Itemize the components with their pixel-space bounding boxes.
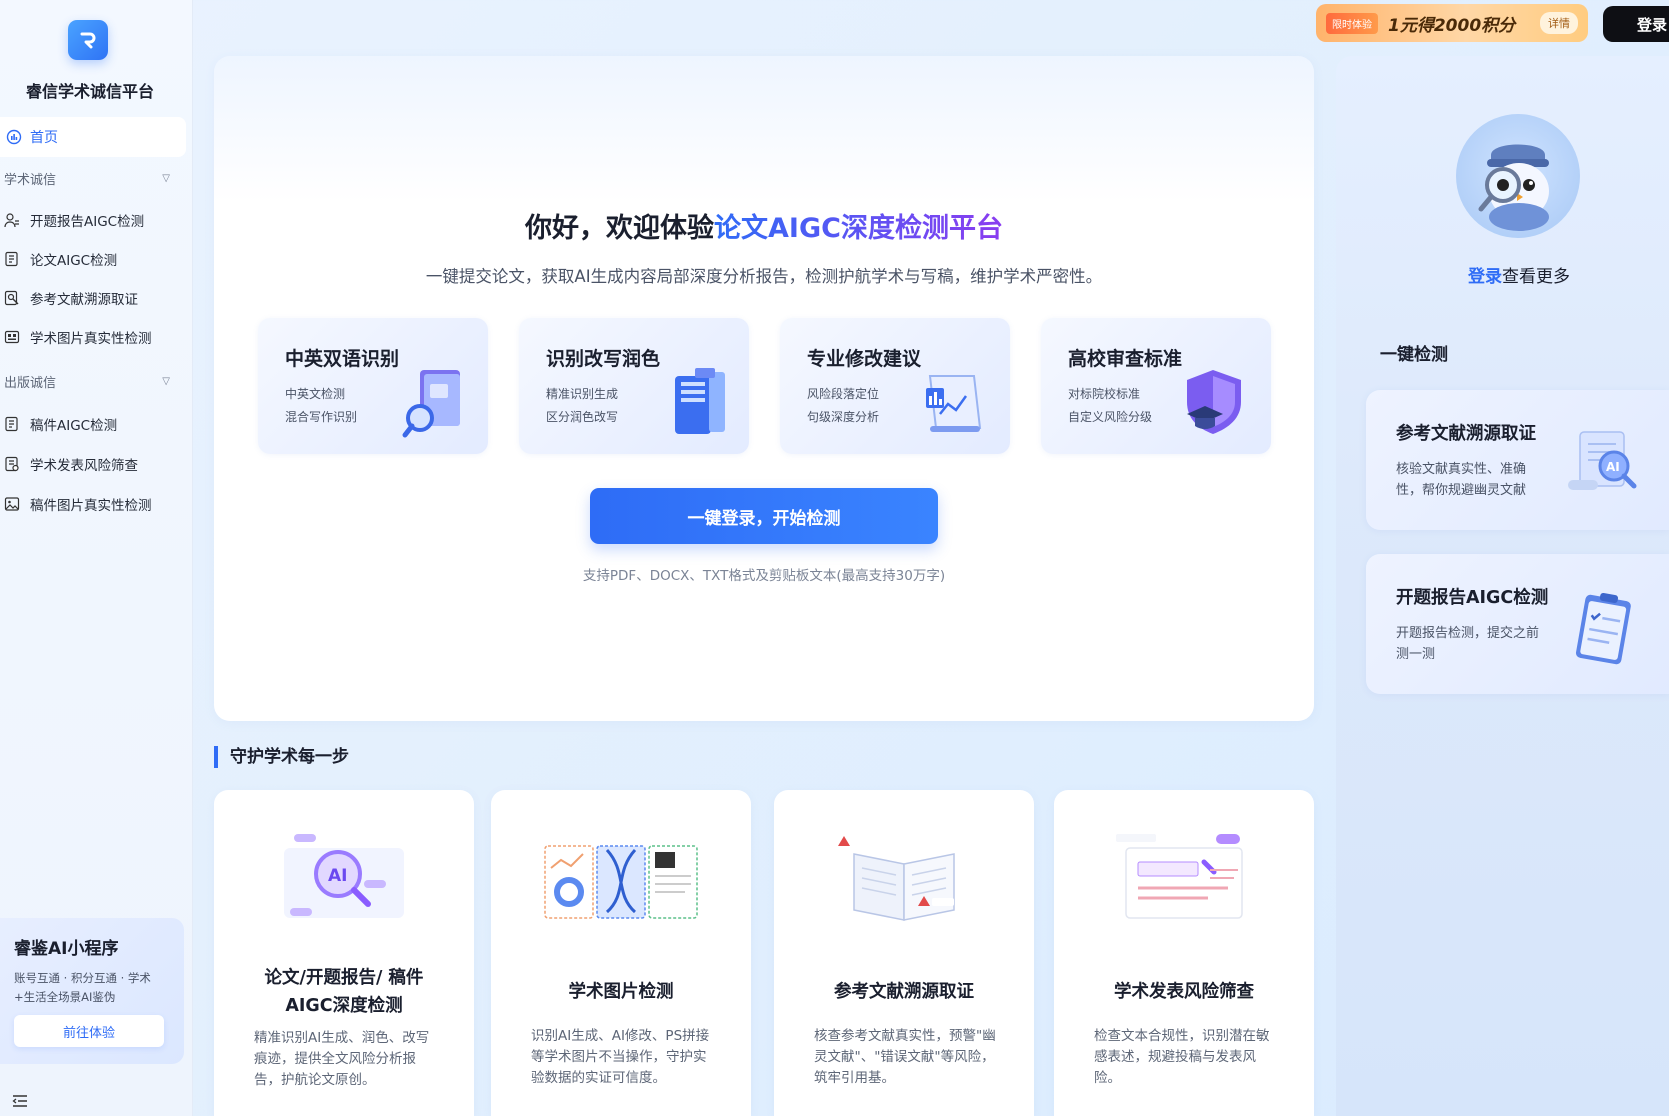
service-desc: 核查参考文献真实性，预警"幽灵文献"、"错误文献"等风险，筑牢引用基。 — [814, 1028, 996, 1086]
logo-icon — [80, 32, 96, 49]
image-icon — [4, 496, 20, 512]
service-card-aigc[interactable]: AI 论文/开题报告/ 稿件 AIGC深度检测 精准识别AI生成、润色、改写痕迹… — [214, 790, 474, 1116]
service-card-image[interactable]: 学术图片检测 识别AI生成、AI修改、PS拼接等学术图片不当操作，守护实验数据的… — [491, 790, 751, 1116]
mini-program-title: 睿鉴AI小程序 — [14, 939, 119, 959]
sidebar-group-label: 学术诚信 — [4, 172, 57, 188]
feature-card-rewrite: 识别改写润色 精准识别生成 区分润色改写 — [519, 318, 749, 454]
mini-program-desc: 账号互通 · 积分互通 · 学术 +生活全场景AI鉴伪 — [14, 971, 151, 1004]
sidebar-item-paper-aigc[interactable]: 论文AIGC检测 — [4, 247, 184, 271]
clipboard-checklist-icon — [1566, 592, 1646, 676]
hero-subtitle: 一键提交论文，获取AI生成内容局部深度分析报告，检测护航学术与写稿，维护学术严密… — [425, 267, 1103, 286]
detective-bird-icon — [1478, 144, 1549, 231]
quick-detect-title: 一键检测 — [1380, 345, 1448, 365]
home-icon — [6, 129, 22, 145]
quick-card-reference[interactable]: 参考文献溯源取证 核验文献真实性、准确性，帮你规避幽灵文献 AI — [1366, 390, 1669, 530]
sidebar-item-label: 稿件图片真实性检测 — [30, 498, 152, 514]
document-icon — [4, 251, 20, 267]
sidebar-item-label: 参考文献溯源取证 — [30, 292, 138, 308]
supported-formats-note: 支持PDF、DOCX、TXT格式及剪贴板文本(最高支持30万字) — [582, 568, 946, 584]
sidebar-group-publishing[interactable]: 出版诚信 ▽ — [4, 371, 170, 391]
quick-card-proposal[interactable]: 开题报告AIGC检测 开题报告检测，提交之前测一测 — [1366, 554, 1669, 694]
mascot-avatar — [1456, 114, 1580, 238]
sidebar-item-label: 开题报告AIGC检测 — [30, 214, 145, 230]
svg-text:AI: AI — [328, 866, 347, 886]
sidebar-item-label: 首页 — [30, 130, 58, 146]
service-title: 参考文献溯源取证 — [834, 982, 974, 1002]
stacked-books-icon — [669, 366, 729, 442]
hero-panel: 你好，欢迎体验论文AIGC深度检测平台 一键提交论文，获取AI生成内容局部深度分… — [214, 56, 1314, 721]
collapse-menu-icon[interactable] — [12, 1093, 28, 1112]
login-start-detect-button[interactable]: 一键登录，开始检测 — [590, 488, 938, 544]
login-link[interactable]: 登录 — [1468, 267, 1502, 287]
feature-card-bilingual: 中英双语识别 中英文检测 混合写作识别 — [258, 318, 488, 454]
mini-program-card: 睿鉴AI小程序 账号互通 · 积分互通 · 学术 +生活全场景AI鉴伪 前往体验 — [0, 918, 184, 1064]
hero-title: 你好，欢迎体验论文AIGC深度检测平台 — [525, 213, 1003, 244]
service-title: 论文/开题报告/ 稿件 AIGC深度检测 — [264, 968, 424, 1016]
ai-magnifier-illustration: AI — [264, 828, 424, 928]
service-desc: 检查文本合规性，识别潜在敏感表述，规避投稿与发表风险。 — [1094, 1028, 1270, 1086]
sidebar-item-label: 稿件AIGC检测 — [30, 418, 118, 434]
document-review-illustration — [1104, 828, 1264, 928]
magnifier-doc-icon — [4, 290, 20, 306]
service-title: 学术图片检测 — [568, 982, 674, 1002]
service-card-reference[interactable]: 参考文献溯源取证 核查参考文献真实性，预警"幽灵文献"、"错误文献"等风险，筑牢… — [774, 790, 1034, 1116]
image-grid-icon — [4, 329, 20, 345]
section-title: 守护学术每一步 — [214, 746, 349, 768]
open-book-illustration — [824, 828, 984, 928]
try-mini-program-button[interactable]: 前往体验 — [14, 1015, 164, 1047]
service-card-risk[interactable]: 学术发表风险筛查 检查文本合规性，识别潜在敏感表述，规避投稿与发表风险。 — [1054, 790, 1314, 1116]
sidebar-item-manuscript-aigc[interactable]: 稿件AIGC检测 — [4, 412, 184, 436]
shield-cap-icon — [1183, 366, 1251, 442]
login-prompt[interactable]: 登录查看更多 — [1336, 262, 1669, 287]
sidebar-item-label: 学术发表风险筛查 — [30, 458, 138, 474]
book-magnifier-icon — [402, 366, 468, 444]
chevron-down-icon: ▽ — [162, 375, 170, 387]
promo-tag: 限时体验 — [1326, 12, 1378, 34]
sidebar-item-publish-risk[interactable]: 学术发表风险筛查 — [4, 452, 184, 476]
chevron-down-icon: ▽ — [162, 172, 170, 184]
checklist-icon — [4, 456, 20, 472]
right-panel: 登录查看更多 一键检测 参考文献溯源取证 核验文献真实性、准确性，帮你规避幽灵文… — [1336, 56, 1669, 1116]
quick-card-desc: 开题报告检测，提交之前测一测 — [1396, 626, 1540, 662]
feature-card-university: 高校审查标准 对标院校标准 自定义风险分级 — [1041, 318, 1271, 454]
image-check-illustration — [541, 828, 701, 928]
promo-banner[interactable]: 限时体验 1元得2000积分 详情 — [1316, 4, 1588, 42]
sidebar-group-label: 出版诚信 — [4, 375, 57, 391]
brand-name: 睿信学术诚信平台 — [25, 82, 154, 101]
sidebar-group-academic[interactable]: 学术诚信 ▽ — [4, 168, 170, 188]
sidebar-item-proposal-aigc[interactable]: 开题报告AIGC检测 — [4, 208, 184, 232]
logo[interactable] — [68, 20, 108, 60]
sidebar-item-reference-trace[interactable]: 参考文献溯源取证 — [4, 286, 184, 310]
quick-card-desc: 核验文献真实性、准确性，帮你规避幽灵文献 — [1396, 462, 1527, 498]
ai-document-icon: AI — [1566, 428, 1646, 502]
sidebar-item-manuscript-image[interactable]: 稿件图片真实性检测 — [4, 492, 184, 516]
sidebar-item-label: 论文AIGC检测 — [30, 253, 118, 269]
service-desc: 识别AI生成、AI修改、PS拼接等学术图片不当操作，守护实验数据的实证可信度。 — [531, 1028, 710, 1086]
svg-text:AI: AI — [1606, 460, 1620, 474]
service-desc: 精准识别AI生成、润色、改写痕迹，提供全文风险分析报告，护航论文原创。 — [254, 1030, 430, 1088]
report-chart-icon — [920, 366, 990, 442]
sidebar-item-label: 学术图片真实性检测 — [30, 331, 152, 347]
login-button[interactable]: 登录 — [1603, 6, 1669, 42]
sidebar: 睿信学术诚信平台 首页 学术诚信 ▽ 开题报告AIGC检测 论文AIGC检测 参… — [0, 0, 193, 1116]
service-title: 学术发表风险筛查 — [1114, 982, 1254, 1002]
sidebar-item-image-authenticity[interactable]: 学术图片真实性检测 — [4, 325, 184, 349]
promo-detail-button[interactable]: 详情 — [1540, 12, 1578, 34]
sidebar-item-home[interactable]: 首页 — [0, 117, 186, 157]
feature-card-suggestions: 专业修改建议 风险段落定位 句级深度分析 — [780, 318, 1010, 454]
promo-text: 1元得2000积分 — [1388, 15, 1516, 36]
document-icon — [4, 416, 20, 432]
person-doc-icon — [4, 212, 20, 228]
